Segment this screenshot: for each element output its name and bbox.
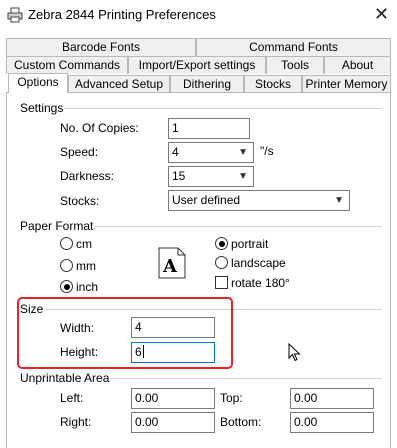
tab-tools[interactable]: Tools [266, 56, 324, 74]
orientation-landscape-label: landscape [231, 256, 286, 270]
orientation-portrait-label: portrait [231, 237, 269, 251]
settings-group-label: Settings [19, 101, 65, 115]
unprintable-group-label: Unprintable Area [19, 371, 111, 385]
mouse-pointer-icon [288, 343, 301, 362]
right-margin-input[interactable]: 0.00 [131, 412, 215, 433]
chevron-down-icon: ▼ [238, 171, 248, 182]
page-preview-icon: A [158, 247, 186, 279]
orientation-landscape-radio[interactable] [215, 256, 228, 269]
size-highlight-box [17, 297, 233, 369]
speed-select[interactable]: 4 ▼ [168, 142, 254, 163]
left-margin-input[interactable]: 0.00 [131, 388, 215, 409]
tab-custom-commands[interactable]: Custom Commands [6, 56, 128, 74]
unit-cm-label: cm [76, 237, 92, 251]
speed-label: Speed: [60, 145, 99, 159]
tab-about[interactable]: About [324, 56, 391, 74]
rotate-180-checkbox[interactable] [215, 276, 228, 289]
bottom-margin-label: Bottom: [220, 415, 262, 429]
preview-letter: A [162, 256, 178, 277]
orientation-portrait-radio[interactable] [215, 237, 228, 250]
bottom-margin-input[interactable]: 0.00 [290, 412, 374, 433]
paper-format-group-label: Paper Format [19, 219, 95, 233]
top-margin-input[interactable]: 0.00 [290, 388, 374, 409]
stocks-select[interactable]: User defined ▼ [168, 190, 350, 211]
settings-divider [18, 108, 382, 109]
tab-import-export-settings[interactable]: Import/Export settings [128, 56, 266, 74]
right-margin-label: Right: [60, 415, 92, 429]
darkness-value: 15 [172, 169, 186, 183]
unit-inch-label: inch [76, 280, 99, 294]
top-margin-label: Top: [220, 391, 243, 405]
darkness-select[interactable]: 15 ▼ [168, 166, 254, 187]
printer-icon [7, 7, 23, 23]
speed-unit: "/s [260, 144, 274, 158]
tab-stocks[interactable]: Stocks [244, 75, 302, 93]
copies-label: No. Of Copies: [60, 121, 139, 135]
chevron-down-icon: ▼ [238, 147, 248, 158]
unit-inch-radio[interactable] [60, 280, 73, 293]
copies-input[interactable]: 1 [168, 118, 250, 139]
left-margin-label: Left: [60, 391, 84, 405]
close-icon[interactable]: ✕ [374, 3, 389, 25]
title-bar: Zebra 2844 Printing Preferences ✕ [0, 0, 397, 30]
chevron-down-icon: ▼ [334, 195, 344, 206]
unit-mm-radio[interactable] [60, 259, 73, 272]
stocks-label: Stocks: [60, 194, 100, 208]
rotate-180-label: rotate 180° [231, 276, 290, 290]
tab-dithering[interactable]: Dithering [170, 75, 244, 93]
tab-command-fonts[interactable]: Command Fonts [196, 38, 391, 56]
tab-printer-memory[interactable]: Printer Memory [302, 75, 391, 93]
stocks-value: User defined [172, 193, 241, 207]
tab-options[interactable]: Options [8, 73, 68, 93]
tab-advanced-setup[interactable]: Advanced Setup [68, 75, 170, 93]
unit-cm-radio[interactable] [60, 237, 73, 250]
unit-mm-label: mm [76, 259, 96, 273]
tab-barcode-fonts[interactable]: Barcode Fonts [6, 38, 196, 56]
speed-value: 4 [172, 145, 179, 159]
darkness-label: Darkness: [60, 169, 115, 183]
window-title: Zebra 2844 Printing Preferences [28, 7, 216, 22]
